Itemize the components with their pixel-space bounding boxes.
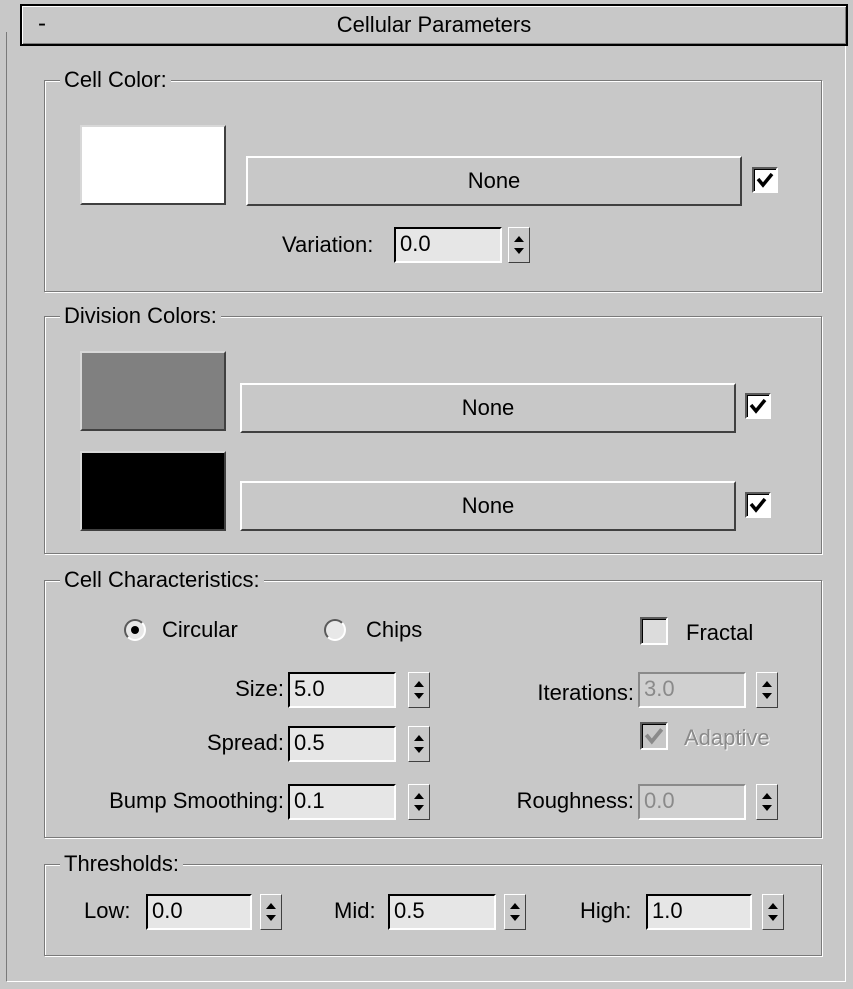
adaptive-label: Adaptive [684, 725, 770, 750]
cell-color-map-button[interactable]: None [246, 156, 742, 206]
spinner-down-icon [768, 915, 778, 921]
cell-characteristics-label: Cell Characteristics: [60, 568, 264, 592]
division-color-2-map-button[interactable]: None [240, 481, 736, 531]
spinner-up-icon [762, 793, 772, 799]
mid-label: Mid: [334, 898, 376, 923]
division-colors-label: Division Colors: [60, 304, 221, 328]
spinner-up-icon [514, 236, 524, 242]
fractal-checkbox[interactable] [640, 617, 668, 645]
radio-chips-label: Chips [366, 617, 423, 642]
adaptive-checkbox[interactable] [640, 722, 668, 750]
spinner-down-icon [762, 693, 772, 699]
spread-input[interactable]: 0.5 [288, 726, 396, 762]
fractal-label: Fractal [686, 620, 754, 645]
high-spinner[interactable] [762, 894, 784, 930]
spinner-up-icon [266, 903, 276, 909]
cell-color-swatch[interactable] [80, 125, 226, 205]
high-label: High: [580, 898, 632, 923]
variation-spinner[interactable] [508, 227, 530, 263]
division-color-2-swatch[interactable] [80, 451, 226, 531]
check-icon [644, 728, 664, 745]
rollout-header[interactable]: - Cellular Parameters [20, 4, 848, 46]
spinner-up-icon [768, 903, 778, 909]
spinner-up-icon [414, 793, 424, 799]
roughness-label: Roughness: [516, 788, 634, 813]
radio-chips[interactable] [324, 619, 346, 641]
bump-smoothing-input[interactable]: 0.1 [288, 784, 396, 820]
thresholds-label: Thresholds: [60, 852, 183, 876]
division-color-1-swatch[interactable] [80, 351, 226, 431]
spinner-down-icon [414, 747, 424, 753]
spinner-up-icon [414, 735, 424, 741]
low-input[interactable]: 0.0 [146, 894, 252, 930]
radio-circular-label: Circular [162, 617, 238, 642]
spinner-down-icon [414, 805, 424, 811]
spinner-down-icon [514, 248, 524, 254]
cell-color-label: Cell Color: [60, 68, 171, 92]
size-input[interactable]: 5.0 [288, 672, 396, 708]
check-icon [749, 398, 767, 414]
spinner-down-icon [510, 915, 520, 921]
spinner-down-icon [414, 693, 424, 699]
spinner-up-icon [414, 681, 424, 687]
spread-label: Spread: [206, 730, 284, 755]
roughness-spinner[interactable] [756, 784, 778, 820]
division-color-1-map-button[interactable]: None [240, 383, 736, 433]
spinner-up-icon [762, 681, 772, 687]
spinner-down-icon [266, 915, 276, 921]
iterations-spinner[interactable] [756, 672, 778, 708]
radio-circular[interactable] [124, 619, 146, 641]
mid-input[interactable]: 0.5 [388, 894, 496, 930]
bump-smoothing-spinner[interactable] [408, 784, 430, 820]
size-spinner[interactable] [408, 672, 430, 708]
iterations-label: Iterations: [537, 680, 634, 705]
size-label: Size: [235, 676, 284, 701]
mid-spinner[interactable] [504, 894, 526, 930]
high-input[interactable]: 1.0 [646, 894, 752, 930]
roughness-input[interactable]: 0.0 [638, 784, 746, 820]
low-label: Low: [84, 898, 131, 923]
variation-label: Variation: [282, 232, 374, 257]
check-icon [756, 172, 774, 188]
variation-input[interactable]: 0.0 [394, 227, 502, 263]
low-spinner[interactable] [260, 894, 282, 930]
cell-color-map-checkbox[interactable] [752, 167, 778, 193]
spinner-up-icon [510, 903, 520, 909]
iterations-input[interactable]: 3.0 [638, 672, 746, 708]
division-color-2-map-checkbox[interactable] [745, 492, 771, 518]
check-icon [749, 497, 767, 513]
bump-smoothing-label: Bump Smoothing: [109, 788, 284, 813]
division-color-1-map-checkbox[interactable] [745, 393, 771, 419]
rollout-title: Cellular Parameters [336, 12, 532, 37]
spread-spinner[interactable] [408, 726, 430, 762]
spinner-down-icon [762, 805, 772, 811]
